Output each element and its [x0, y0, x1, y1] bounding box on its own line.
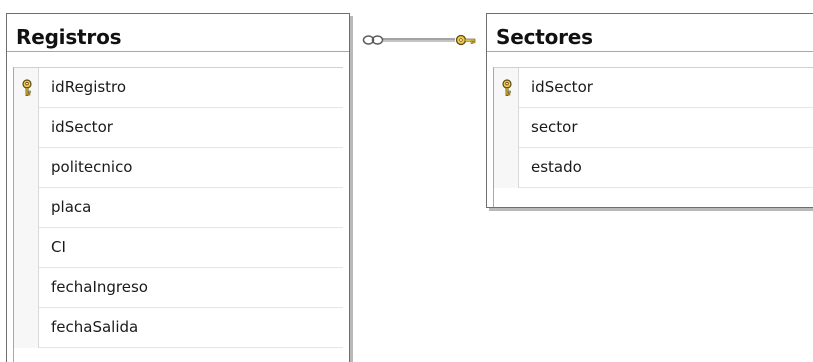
table-body: idRegistro idSector politecnico placa CI — [7, 52, 349, 362]
column-name: idRegistro — [51, 78, 127, 96]
key-cell — [14, 188, 39, 228]
column-row[interactable]: idSector — [14, 108, 343, 148]
column-row[interactable]: idSector — [494, 68, 813, 108]
column-name: sector — [531, 118, 578, 136]
column-name: idSector — [51, 118, 113, 136]
table-registros[interactable]: Registros idRegistro idSector politecnic… — [6, 13, 350, 362]
column-name: fechaSalida — [51, 318, 139, 336]
primary-key-icon — [22, 79, 32, 96]
infinity-icon — [362, 35, 384, 45]
column-name: estado — [531, 158, 582, 176]
column-name: politecnico — [51, 158, 133, 176]
column-row[interactable]: sector — [494, 108, 813, 148]
table-sectores[interactable]: Sectores idSector sector estado — [486, 13, 813, 208]
column-name: idSector — [531, 78, 593, 96]
column-row[interactable]: fechaSalida — [14, 308, 343, 348]
primary-key-icon — [502, 79, 512, 96]
column-row[interactable]: estado — [494, 148, 813, 188]
key-cell — [14, 308, 39, 348]
diagram-canvas: Registros idRegistro idSector politecnic… — [0, 0, 813, 362]
column-row[interactable]: placa — [14, 188, 343, 228]
key-end-icon — [455, 34, 476, 46]
column-row[interactable]: CI — [14, 228, 343, 268]
column-row[interactable]: idRegistro — [14, 68, 343, 108]
column-list: idRegistro idSector politecnico placa CI — [13, 67, 343, 362]
key-cell — [14, 108, 39, 148]
column-name: CI — [51, 238, 66, 256]
key-cell — [494, 108, 519, 148]
column-name: placa — [51, 198, 92, 216]
column-list: idSector sector estado — [493, 67, 813, 207]
column-row[interactable]: fechaIngreso — [14, 268, 343, 308]
relationship-line — [382, 38, 455, 42]
table-title: Sectores — [496, 25, 593, 49]
table-title-bar[interactable]: Sectores — [487, 14, 813, 52]
relationship-connector[interactable] — [353, 27, 488, 53]
key-cell — [14, 68, 39, 108]
table-body: idSector sector estado — [487, 52, 813, 207]
column-name: fechaIngreso — [51, 278, 148, 296]
table-title: Registros — [16, 25, 122, 49]
key-cell — [14, 148, 39, 188]
key-cell — [14, 268, 39, 308]
column-row[interactable]: politecnico — [14, 148, 343, 188]
key-cell — [494, 68, 519, 108]
table-title-bar[interactable]: Registros — [7, 14, 349, 52]
key-cell — [494, 148, 519, 188]
key-cell — [14, 228, 39, 268]
